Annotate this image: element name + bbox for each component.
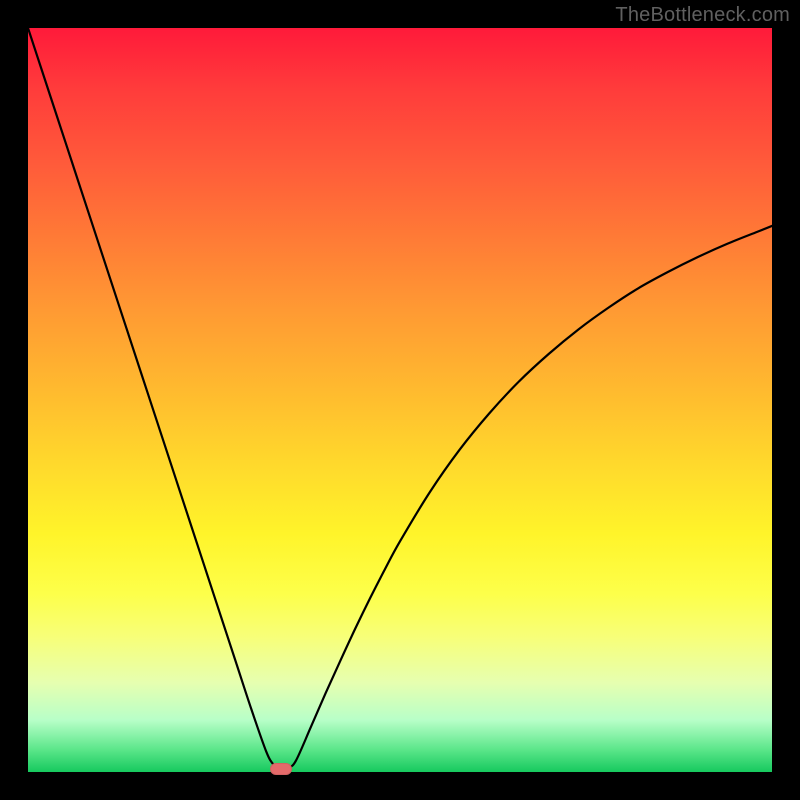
chart-background-gradient [28,28,772,772]
chart-plot-area [28,28,772,772]
watermark-text: TheBottleneck.com [615,4,790,27]
minimum-marker [270,763,292,775]
